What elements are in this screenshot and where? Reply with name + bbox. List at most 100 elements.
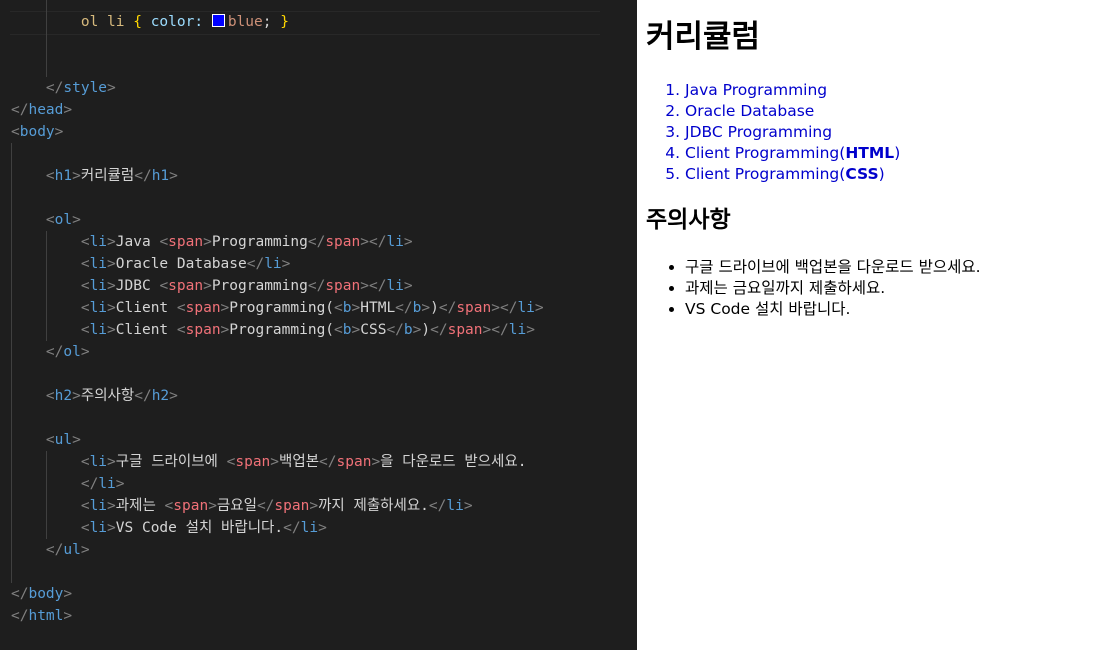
code-token: ol li — [80, 14, 134, 30]
code-token: </ — [134, 388, 152, 404]
code-token: > — [403, 234, 413, 250]
code-token: ></ — [360, 278, 387, 294]
code-line[interactable]: <li>Client <span>Programming(<b>CSS</b>)… — [11, 319, 535, 341]
code-token: > — [72, 168, 81, 184]
code-token: li — [89, 322, 108, 338]
code-token: 금요일 — [216, 498, 257, 514]
code-token: > — [526, 322, 535, 338]
code-token: > — [72, 388, 81, 404]
code-line[interactable]: <li>과제는 <span>금요일</span>까지 제출하세요.</li> — [11, 495, 473, 517]
code-line[interactable]: <li>구글 드라이브에 <span>백업본</span>을 다운로드 받으세요… — [11, 451, 527, 473]
code-token: > — [107, 498, 116, 514]
code-line[interactable]: </ol> — [11, 341, 90, 363]
code-token: > — [115, 476, 125, 492]
code-line[interactable]: </li> — [11, 473, 125, 495]
code-token: > — [54, 124, 64, 140]
code-token: Client — [115, 300, 177, 316]
code-token: JDBC — [115, 278, 160, 294]
code-token: body — [28, 586, 64, 602]
code-line[interactable]: <li>Client <span>Programming(<b>HTML</b>… — [11, 297, 544, 319]
code-token: </ — [395, 300, 413, 316]
list-item: Client Programming(CSS) — [685, 164, 900, 185]
code-line[interactable]: </html> — [11, 605, 72, 627]
code-token: span — [325, 278, 361, 294]
code-token: b — [403, 322, 413, 338]
list-item-bold: CSS — [845, 165, 879, 183]
page-title: 커리큘럼 — [646, 19, 761, 55]
code-token: </ — [80, 476, 99, 492]
code-token: </ — [386, 322, 404, 338]
code-token: span — [185, 300, 221, 316]
code-token: > — [203, 234, 212, 250]
code-token: li — [89, 300, 108, 316]
code-token: li — [89, 520, 108, 536]
code-token: </ — [307, 278, 326, 294]
code-token: ) — [421, 322, 431, 338]
list-item: VS Code 설치 바랍니다. — [685, 299, 981, 320]
code-token: span — [168, 234, 204, 250]
code-token: > — [220, 300, 230, 316]
code-line[interactable]: <h2>주의사항</h2> — [11, 385, 178, 407]
code-token: > — [107, 80, 116, 96]
code-line[interactable]: <ol> — [11, 209, 81, 231]
code-token: > — [421, 300, 431, 316]
code-token: </ — [11, 102, 29, 118]
code-token: li — [508, 322, 527, 338]
code-token: > — [63, 102, 73, 118]
code-token: </ — [307, 234, 326, 250]
code-token: < — [45, 212, 55, 228]
code-token: Java — [115, 234, 160, 250]
code-token: > — [107, 300, 116, 316]
code-token: </ — [45, 80, 64, 96]
code-token: > — [107, 256, 116, 272]
code-token: < — [45, 168, 55, 184]
code-line[interactable]: <h1>커리큘럼</h1> — [11, 165, 178, 187]
code-line[interactable]: <body> — [11, 121, 63, 143]
code-token: h1 — [54, 168, 73, 184]
code-token: li — [386, 278, 404, 294]
code-token: < — [11, 124, 20, 140]
code-line[interactable]: </body> — [11, 583, 72, 605]
code-token: li — [98, 476, 116, 492]
code-token: < — [45, 388, 55, 404]
color-swatch[interactable] — [211, 14, 225, 27]
code-token: < — [334, 300, 343, 316]
code-token: CSS — [360, 322, 387, 338]
code-token: > — [107, 454, 116, 470]
code-token: ol — [54, 212, 73, 228]
code-line[interactable]: </style> — [11, 77, 116, 99]
code-token: } — [280, 14, 289, 30]
code-editor[interactable]: ol li { color: blue; } </style> </head> <b… — [0, 0, 637, 650]
code-token: Oracle Database — [115, 256, 247, 272]
code-token: > — [169, 168, 178, 184]
code-token: Programming — [211, 278, 308, 294]
code-token: < — [159, 234, 169, 250]
code-token: ></ — [482, 322, 509, 338]
code-token: > — [63, 586, 73, 602]
list-item: Client Programming(HTML) — [685, 143, 900, 164]
code-token: li — [264, 256, 282, 272]
code-token: span — [185, 322, 221, 338]
code-line[interactable]: <li>Java <span>Programming</span></li> — [11, 231, 413, 253]
code-line[interactable]: <li>Oracle Database</li> — [11, 253, 291, 275]
code-line[interactable]: <li>VS Code 설치 바랍니다.</li> — [11, 517, 327, 539]
code-line[interactable]: ol li { color: blue; } — [11, 11, 289, 33]
code-token: > — [403, 278, 413, 294]
code-token: HTML — [360, 300, 396, 316]
code-token: 백업본 — [279, 454, 320, 470]
code-line[interactable]: </head> — [11, 99, 72, 121]
code-token: ; — [262, 14, 281, 30]
code-token: < — [80, 322, 90, 338]
code-token: style — [63, 80, 108, 96]
code-line[interactable]: <ul> — [11, 429, 81, 451]
code-line[interactable]: </ul> — [11, 539, 90, 561]
code-token: </ — [45, 542, 64, 558]
list-item-bold: HTML — [845, 144, 895, 162]
code-token: > — [309, 498, 319, 514]
code-line[interactable]: <li>JDBC <span>Programming</span></li> — [11, 275, 413, 297]
